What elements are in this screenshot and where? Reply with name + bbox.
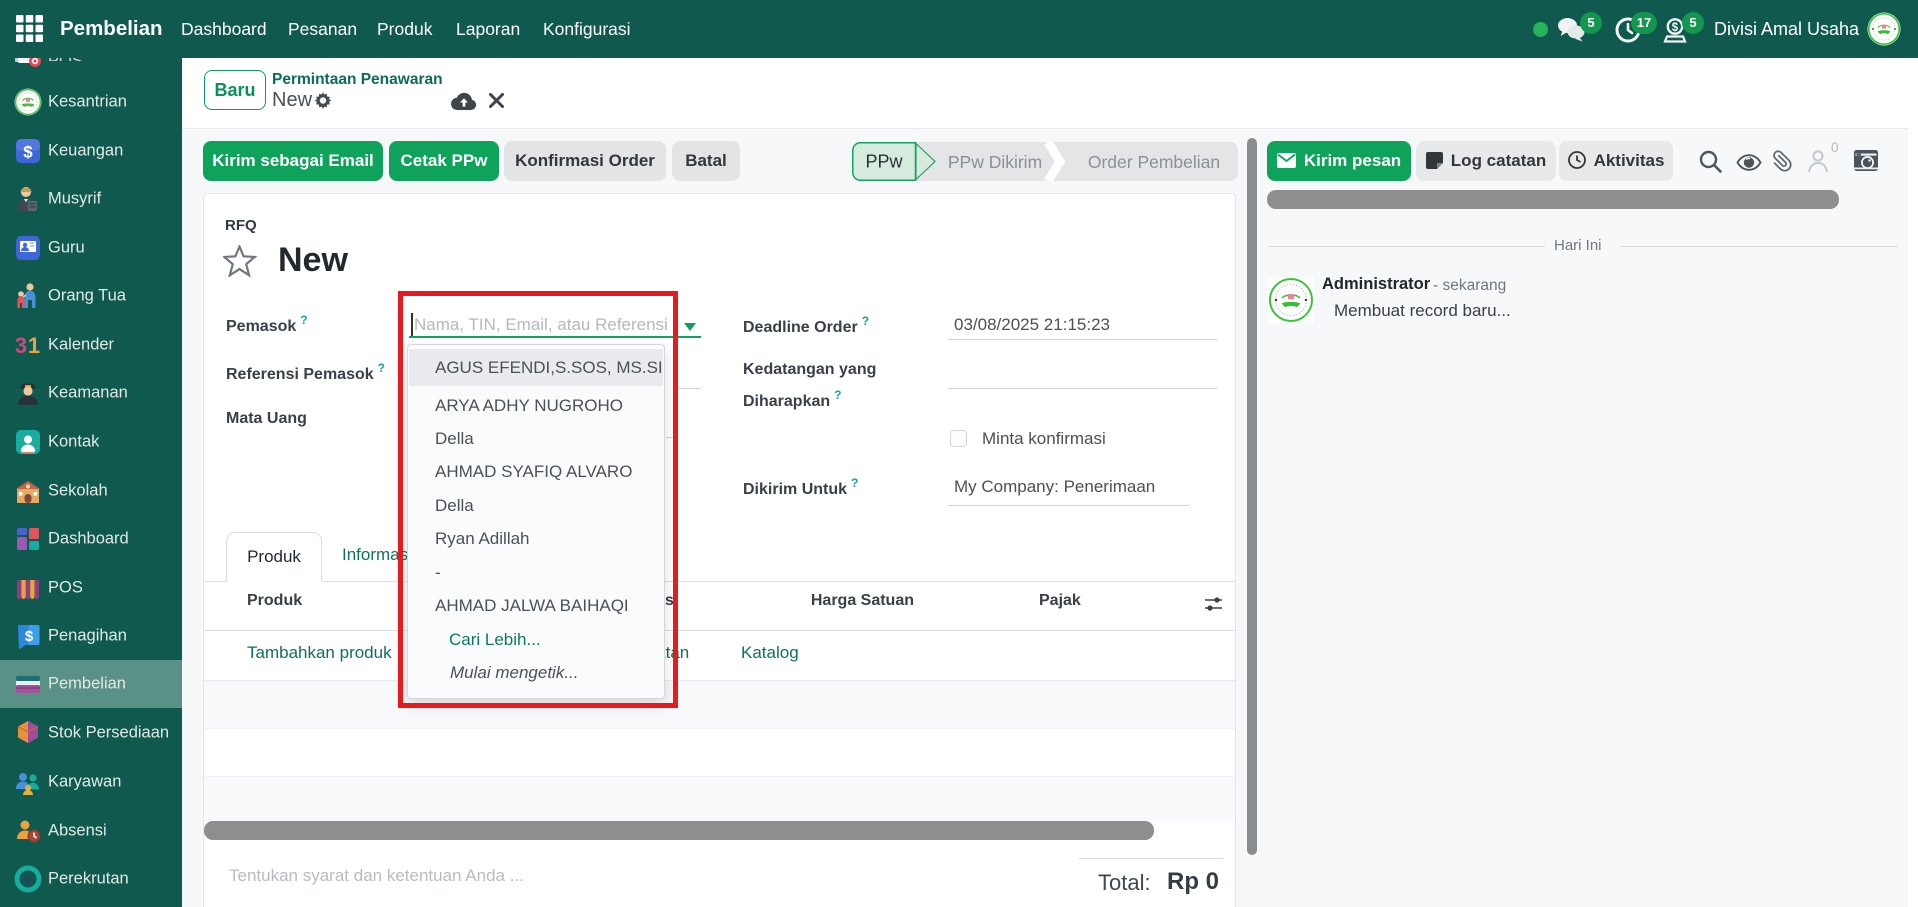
svg-text:$: $ — [1672, 22, 1679, 34]
svg-text:Order Pembelian: Order Pembelian — [1088, 152, 1220, 172]
svg-text:$: $ — [25, 628, 34, 645]
svg-text:PPw Dikirim: PPw Dikirim — [948, 152, 1042, 172]
svg-text:$: $ — [23, 142, 33, 161]
svg-text:PPw: PPw — [865, 152, 903, 172]
svg-text:1: 1 — [28, 333, 40, 358]
svg-text:3: 3 — [15, 333, 27, 358]
